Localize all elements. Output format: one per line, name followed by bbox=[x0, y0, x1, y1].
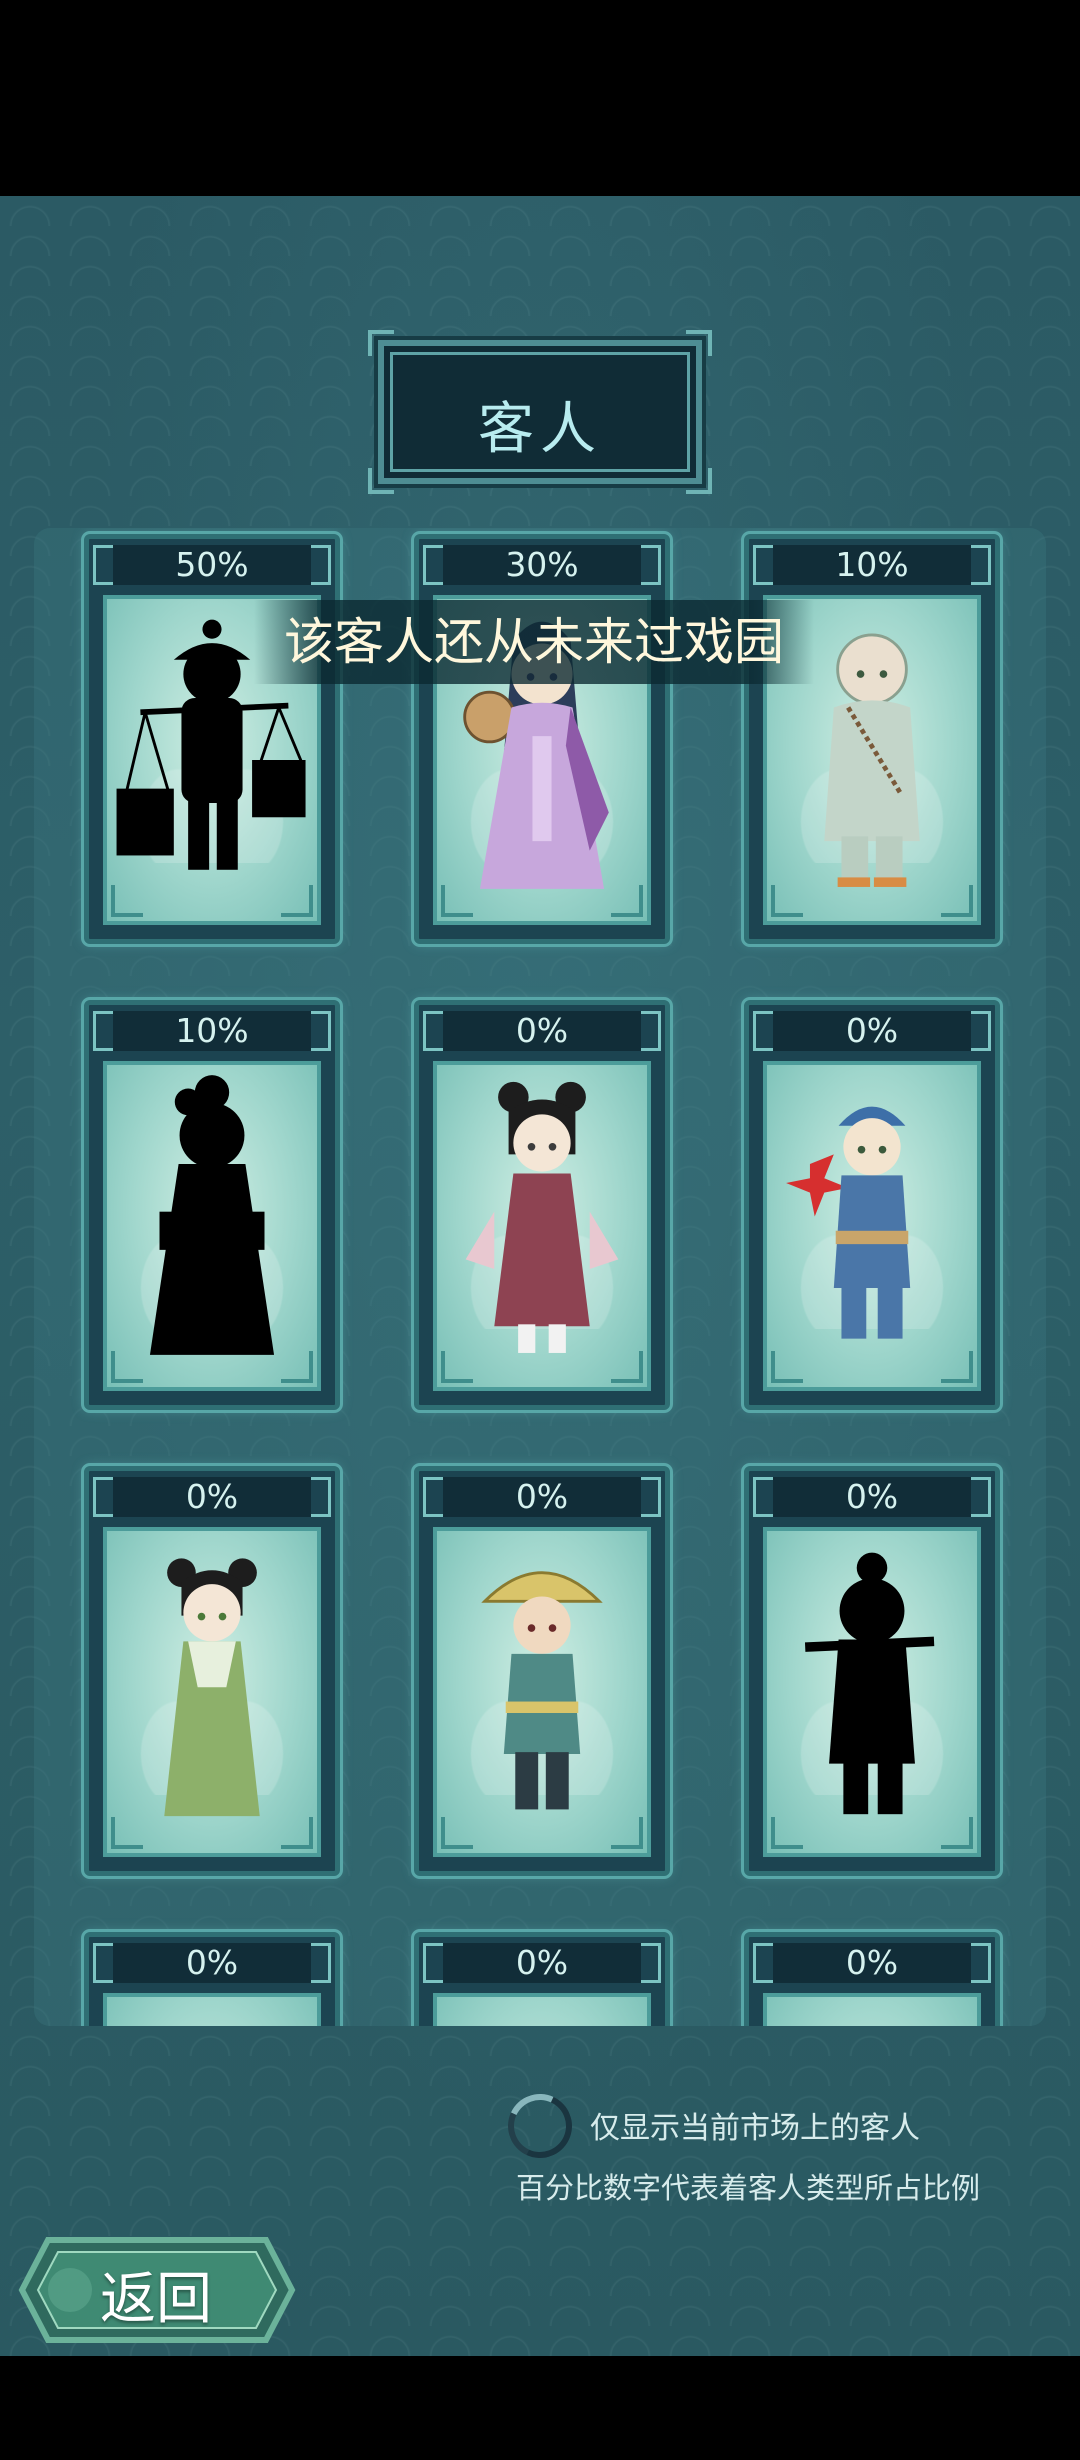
customer-card[interactable]: 0% bbox=[414, 1466, 670, 1876]
plaque-corner bbox=[686, 330, 712, 356]
corner-knot bbox=[611, 885, 643, 917]
lady-silhouette bbox=[149, 1075, 275, 1355]
filter-label[interactable]: 仅显示当前市场上的客人 bbox=[590, 2103, 920, 2147]
corner-knot bbox=[611, 1351, 643, 1383]
card-ornament bbox=[753, 1943, 773, 1983]
corner-knot bbox=[941, 885, 973, 917]
card-ornament bbox=[311, 1943, 331, 1983]
customer-percentage: 30% bbox=[443, 545, 641, 585]
customer-portrait bbox=[763, 1993, 981, 2026]
corner-knot bbox=[771, 1351, 803, 1383]
customer-portrait bbox=[433, 1993, 651, 2026]
corner-knot bbox=[941, 1817, 973, 1849]
card-ornament bbox=[641, 545, 661, 585]
card-ornament bbox=[423, 1011, 443, 1051]
customer-card[interactable]: 10% bbox=[744, 534, 1000, 944]
straw-hat-portrait bbox=[437, 1997, 647, 2026]
card-ornament bbox=[93, 1477, 113, 1517]
girl-red-dress-portrait bbox=[465, 1081, 619, 1353]
girl-green-dress-portrait bbox=[164, 1558, 260, 1817]
card-ornament bbox=[423, 1477, 443, 1517]
customer-percentage: 50% bbox=[113, 545, 311, 585]
straw-hat-portrait bbox=[107, 1997, 317, 2026]
plaque-corner bbox=[368, 330, 394, 356]
corner-knot bbox=[111, 1817, 143, 1849]
customer-card[interactable]: 0% bbox=[744, 1000, 1000, 1410]
plaque-corner bbox=[686, 468, 712, 494]
card-ornament bbox=[641, 1943, 661, 1983]
page-title: 客人 bbox=[478, 397, 602, 462]
corner-knot bbox=[771, 1817, 803, 1849]
unseen-customer-tooltip: 该客人还从未来过戏园 bbox=[254, 600, 814, 684]
customer-card[interactable]: 50% bbox=[84, 534, 340, 944]
customer-portrait bbox=[763, 1527, 981, 1857]
card-ornament bbox=[971, 1943, 991, 1983]
corner-knot bbox=[441, 1351, 473, 1383]
black-cap-portrait bbox=[767, 1997, 977, 2026]
card-ornament bbox=[93, 1011, 113, 1051]
farmer-straw-hat-portrait bbox=[481, 1571, 603, 1810]
customer-card[interactable]: 0% bbox=[414, 1932, 670, 2026]
status-bar-area bbox=[0, 0, 1080, 196]
card-ornament bbox=[971, 1477, 991, 1517]
corner-knot bbox=[111, 1351, 143, 1383]
back-button[interactable]: 返回 bbox=[18, 2236, 296, 2344]
card-ornament bbox=[753, 1477, 773, 1517]
corner-knot bbox=[611, 1817, 643, 1849]
percentage-note: 百分比数字代表着客人类型所占比例 bbox=[516, 2171, 981, 2205]
customer-card[interactable]: 0% bbox=[744, 1932, 1000, 2026]
customer-portrait bbox=[103, 1527, 321, 1857]
card-ornament bbox=[971, 1011, 991, 1051]
corner-knot bbox=[941, 1351, 973, 1383]
title-plaque: 客人 bbox=[368, 330, 712, 494]
customer-percentage: 0% bbox=[113, 1943, 311, 1983]
corner-knot bbox=[281, 1817, 313, 1849]
customer-card[interactable]: 0% bbox=[744, 1466, 1000, 1876]
customer-portrait bbox=[103, 1993, 321, 2026]
customer-percentage: 0% bbox=[773, 1477, 971, 1517]
customer-portrait bbox=[433, 1527, 651, 1857]
corner-knot bbox=[441, 1817, 473, 1849]
card-ornament bbox=[753, 1011, 773, 1051]
card-ornament bbox=[311, 545, 331, 585]
customer-percentage: 10% bbox=[773, 545, 971, 585]
customer-grid[interactable]: 50% 30% 10% 10% 0% 0% 0% 0% 0% 0% 0% 0% bbox=[34, 528, 1046, 2026]
customer-percentage: 0% bbox=[443, 1011, 641, 1051]
customer-card[interactable]: 0% bbox=[84, 1932, 340, 2026]
card-ornament bbox=[93, 1943, 113, 1983]
customer-portrait bbox=[103, 1061, 321, 1391]
card-ornament bbox=[423, 545, 443, 585]
customer-portrait bbox=[433, 1061, 651, 1391]
customer-card[interactable]: 10% bbox=[84, 1000, 340, 1410]
card-ornament bbox=[311, 1477, 331, 1517]
customer-percentage: 0% bbox=[443, 1477, 641, 1517]
navigation-bar-area bbox=[0, 2356, 1080, 2460]
card-ornament bbox=[311, 1011, 331, 1051]
customer-percentage: 0% bbox=[113, 1477, 311, 1517]
customer-card[interactable]: 0% bbox=[414, 1000, 670, 1410]
customer-percentage: 0% bbox=[773, 1011, 971, 1051]
card-ornament bbox=[423, 1943, 443, 1983]
customer-card[interactable]: 30% bbox=[414, 534, 670, 944]
corner-knot bbox=[441, 885, 473, 917]
card-ornament bbox=[641, 1011, 661, 1051]
card-ornament bbox=[93, 545, 113, 585]
app-root: 客人 50% 30% 10% 10% 0% 0% 0% 0% 0% 0% 0% … bbox=[0, 0, 1080, 2460]
customer-percentage: 0% bbox=[443, 1943, 641, 1983]
corner-knot bbox=[281, 1351, 313, 1383]
man-silhouette bbox=[804, 1552, 935, 1815]
corner-knot bbox=[111, 885, 143, 917]
card-ornament bbox=[753, 545, 773, 585]
card-ornament bbox=[641, 1477, 661, 1517]
corner-knot bbox=[771, 885, 803, 917]
customer-portrait bbox=[763, 1061, 981, 1391]
customer-percentage: 10% bbox=[113, 1011, 311, 1051]
card-ornament bbox=[971, 545, 991, 585]
boy-pinwheel-portrait bbox=[786, 1106, 911, 1339]
back-button-label: 返回 bbox=[100, 2267, 212, 2332]
customer-card[interactable]: 0% bbox=[84, 1466, 340, 1876]
corner-knot bbox=[281, 885, 313, 917]
customer-percentage: 0% bbox=[773, 1943, 971, 1983]
plaque-corner bbox=[368, 468, 394, 494]
